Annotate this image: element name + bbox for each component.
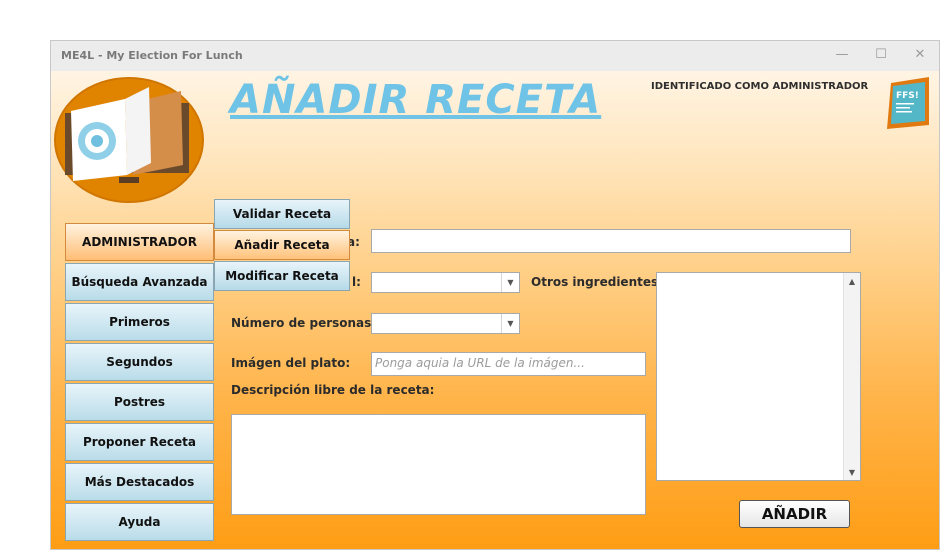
sidebar-item-label: Más Destacados xyxy=(84,475,195,489)
ffsi-badge-icon: FFS! xyxy=(887,77,929,129)
sidebar-item-label: Ayuda xyxy=(118,515,161,529)
submenu-item-modificar-receta[interactable]: Modificar Receta xyxy=(214,261,350,291)
window-title: ME4L - My Election For Lunch xyxy=(61,49,243,62)
submenu-item-label: Modificar Receta xyxy=(225,269,339,283)
image-url-placeholder: Ponga aquia la URL de la imágen... xyxy=(375,356,585,370)
sidebar-item-label: Primeros xyxy=(109,315,170,329)
recipe-name-input[interactable] xyxy=(371,229,851,253)
sidebar-item-administrador[interactable]: ADMINISTRADOR xyxy=(65,223,214,261)
image-url-input[interactable]: Ponga aquia la URL de la imágen... xyxy=(371,352,646,376)
sidebar-item-segundos[interactable]: Segundos xyxy=(65,343,214,381)
other-ingredients-textarea[interactable]: ▲ ▼ xyxy=(656,272,861,481)
sidebar-item-busqueda-avanzada[interactable]: Búsqueda Avanzada xyxy=(65,263,214,301)
page-title: AÑADIR RECETA xyxy=(230,77,602,123)
maximize-button[interactable]: ☐ xyxy=(870,45,892,65)
admin-submenu: Validar Receta Añadir Receta Modificar R… xyxy=(214,199,350,295)
persons-label: Número de personas: xyxy=(231,316,377,330)
sidebar-item-proponer-receta[interactable]: Proponer Receta xyxy=(65,423,214,461)
main-ingredient-select[interactable]: ▼ xyxy=(371,272,520,293)
close-button[interactable]: ✕ xyxy=(909,45,931,65)
main-panel: AÑADIR RECETA IDENTIFICADO COMO ADMINIST… xyxy=(51,71,939,549)
combo-arrow-icon[interactable]: ▼ xyxy=(501,314,519,333)
identified-user-label: IDENTIFICADO COMO ADMINISTRADOR xyxy=(651,81,869,92)
sidebar-item-mas-destacados[interactable]: Más Destacados xyxy=(65,463,214,501)
sidebar-item-label: Proponer Receta xyxy=(82,435,197,449)
persons-select[interactable]: ▼ xyxy=(371,313,520,334)
sidebar-item-label: Segundos xyxy=(106,355,173,369)
description-label: Descripción libre de la receta: xyxy=(231,383,435,397)
ffsi-badge-text: FFS! xyxy=(896,91,919,101)
recipe-book-logo xyxy=(54,77,204,203)
sidebar-item-label: Postres xyxy=(113,395,166,409)
main-ingredient-label-fragment: l: xyxy=(352,275,361,289)
scroll-up-icon[interactable]: ▲ xyxy=(844,273,860,289)
submenu-item-label: Validar Receta xyxy=(232,207,332,221)
submenu-item-anadir-receta[interactable]: Añadir Receta xyxy=(214,230,350,260)
description-textarea[interactable] xyxy=(231,414,646,515)
add-recipe-button-label: AÑADIR xyxy=(761,505,828,523)
sidebar-item-postres[interactable]: Postres xyxy=(65,383,214,421)
combo-arrow-icon[interactable]: ▼ xyxy=(501,273,519,292)
scroll-down-icon[interactable]: ▼ xyxy=(844,464,860,480)
title-bar: ME4L - My Election For Lunch — ☐ ✕ xyxy=(51,41,939,71)
app-window: ME4L - My Election For Lunch — ☐ ✕ AÑADI… xyxy=(50,40,940,550)
sidebar-item-label: ADMINISTRADOR xyxy=(82,235,197,249)
sidebar-item-label: Búsqueda Avanzada xyxy=(71,275,208,289)
submenu-item-label: Añadir Receta xyxy=(234,238,330,252)
minimize-button[interactable]: — xyxy=(831,45,853,65)
add-recipe-button[interactable]: AÑADIR xyxy=(739,500,850,528)
submenu-item-validar-receta[interactable]: Validar Receta xyxy=(214,199,350,229)
sidebar-item-primeros[interactable]: Primeros xyxy=(65,303,214,341)
other-ingredients-label: Otros ingredientes: xyxy=(531,275,663,289)
other-ingredients-scrollbar[interactable]: ▲ ▼ xyxy=(843,273,860,480)
image-label: Imágen del plato: xyxy=(231,356,351,370)
sidebar-item-ayuda[interactable]: Ayuda xyxy=(65,503,214,541)
